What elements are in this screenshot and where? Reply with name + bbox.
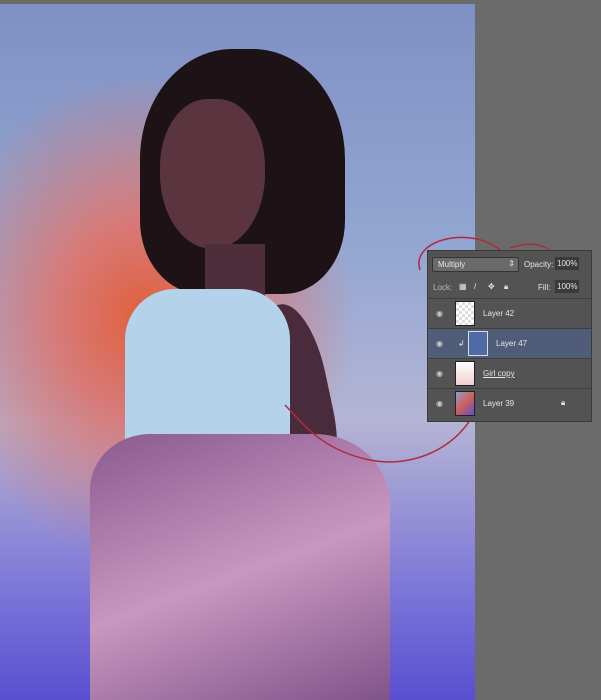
chevron-updown-icon: ⇕ (508, 259, 515, 268)
lock-transparent-icon[interactable]: ▦ (459, 282, 467, 291)
clip-arrow-icon: ↲ (458, 339, 465, 348)
lock-brush-icon[interactable]: / (474, 282, 476, 291)
eye-icon[interactable]: ◉ (436, 369, 443, 378)
eye-icon[interactable]: ◉ (436, 339, 443, 348)
layer-row[interactable]: ◉ Layer 39 🔒︎ (428, 388, 591, 418)
layer-thumbnail (468, 331, 488, 356)
layers-panel: Multiply ⇕ Opacity: 100% Lock: ▦ / ✥ 🔒︎ … (427, 250, 592, 422)
fill-field[interactable]: 100% (555, 280, 580, 293)
layer-row-selected[interactable]: ◉ ↲ Layer 47 (428, 328, 591, 358)
layer-thumbnail (455, 361, 475, 386)
layer-row[interactable]: ◉ Girl copy (428, 358, 591, 388)
layer-thumbnail (455, 391, 475, 416)
opacity-field[interactable]: 100% (555, 257, 580, 270)
lock-all-icon[interactable]: 🔒︎ (504, 282, 508, 292)
blend-mode-select[interactable]: Multiply ⇕ (432, 257, 519, 272)
layer-row[interactable]: ◉ Layer 42 (428, 298, 591, 328)
layer-thumbnail (455, 301, 475, 326)
eye-icon[interactable]: ◉ (436, 309, 443, 318)
lock-icon: 🔒︎ (561, 398, 566, 407)
lock-move-icon[interactable]: ✥ (488, 282, 495, 291)
eye-icon[interactable]: ◉ (436, 399, 443, 408)
